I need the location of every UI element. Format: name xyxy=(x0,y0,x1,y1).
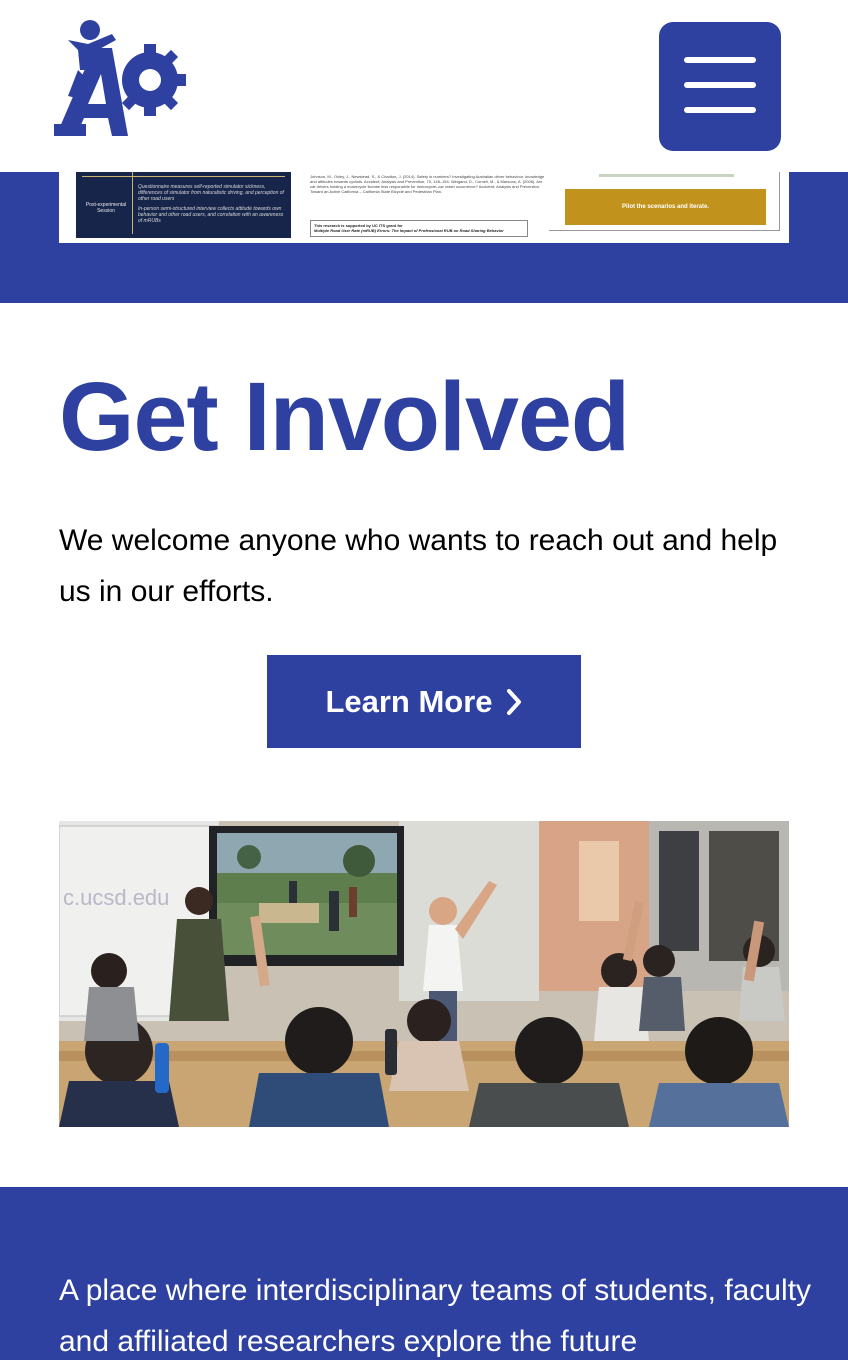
poster-band: Post-experimental Session Questionnaire … xyxy=(0,172,848,303)
get-involved-intro: We welcome anyone who wants to reach out… xyxy=(59,524,778,608)
mission-text: A place where interdisciplinary teams of… xyxy=(59,1274,812,1358)
poster-session-label: Post-experimental Session xyxy=(85,202,127,214)
poster-session-panel: Post-experimental Session Questionnaire … xyxy=(76,172,291,238)
hamburger-menu-button[interactable] xyxy=(659,22,781,151)
chevron-right-icon xyxy=(506,688,521,715)
research-poster-image: Post-experimental Session Questionnaire … xyxy=(59,172,789,243)
whiteboard-text: c.ucsd.edu xyxy=(63,885,169,910)
site-header xyxy=(0,0,848,172)
learn-more-label: Learn More xyxy=(325,683,493,719)
hamburger-menu-icon xyxy=(684,57,756,63)
learn-more-button[interactable]: Learn More xyxy=(267,655,581,748)
classroom-photo: c.ucsd.edu xyxy=(59,821,789,1127)
site-logo[interactable] xyxy=(54,18,186,140)
mission-band: A place where interdisciplinary teams of… xyxy=(0,1187,848,1360)
poster-session-text: Questionnaire measures self-reported sim… xyxy=(138,184,284,224)
get-involved-heading: Get Involved xyxy=(59,362,630,471)
hamburger-menu-icon-line-2 xyxy=(684,82,756,88)
hamburger-menu-icon-line-3 xyxy=(684,107,756,113)
poster-references: Johnson, M., Oxley, J., Newstead, S., & … xyxy=(310,174,545,194)
poster-support-box: This research is supported by UC ITS gra… xyxy=(310,220,528,237)
classroom-photo-illustration: c.ucsd.edu xyxy=(59,821,789,1127)
poster-step-box: Pilot the scenarios and iterate. xyxy=(565,189,766,225)
